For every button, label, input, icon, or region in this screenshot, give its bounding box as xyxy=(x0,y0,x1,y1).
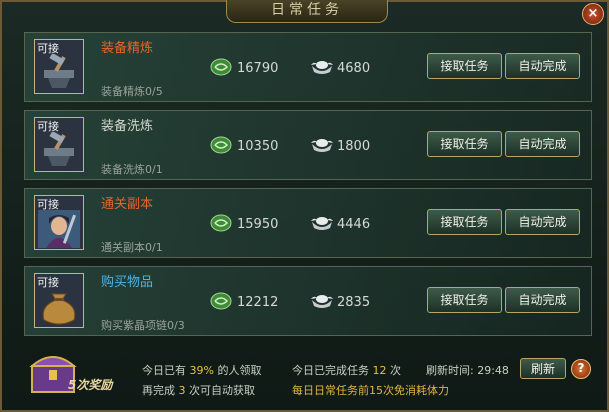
silver-ingot-icon xyxy=(311,217,333,230)
reward-chest[interactable]: 5次奖励 xyxy=(28,348,124,400)
claim-stat: 今日已有 39% 的人领取 xyxy=(142,362,261,378)
remaining-count: 3 xyxy=(178,384,186,397)
close-button[interactable]: × xyxy=(582,3,604,25)
refresh-time-label: 刷新时间: xyxy=(426,364,474,377)
chest-label: 5次奖励 xyxy=(68,378,113,392)
task-name: 购买物品 xyxy=(101,275,154,290)
task-progress: 通关副本0/1 xyxy=(101,241,163,254)
coin-reward: 16790 xyxy=(237,61,279,76)
refresh-button[interactable]: 刷新 xyxy=(520,358,566,379)
window-title: 日常任务 xyxy=(226,0,388,23)
auto-complete-button[interactable]: 自动完成 xyxy=(505,131,580,157)
accept-task-button[interactable]: 接取任务 xyxy=(427,287,502,313)
auto-complete-button[interactable]: 自动完成 xyxy=(505,287,580,313)
done-text-pre: 今日已完成任务 xyxy=(292,364,369,377)
jade-coin-icon xyxy=(210,136,232,154)
task-row: 可接 购买物品 购买紫晶项链0/3 12212 2835 接取任务 自动完成 xyxy=(24,266,592,336)
coin-reward: 10350 xyxy=(237,139,279,154)
task-row: 可接 装备精炼 装备精炼0/5 16790 4680 接取任务 自动完成 xyxy=(24,32,592,102)
silver-reward: 2835 xyxy=(337,295,371,310)
warrior-portrait-icon xyxy=(38,210,80,248)
silver-ingot-icon xyxy=(311,139,333,152)
auto-complete-button[interactable]: 自动完成 xyxy=(505,53,580,79)
task-progress: 装备精炼0/5 xyxy=(101,85,163,98)
done-count: 12 xyxy=(372,364,387,377)
task-name: 通关副本 xyxy=(101,197,154,212)
help-icon[interactable]: ? xyxy=(571,359,591,379)
task-name: 装备洗炼 xyxy=(101,119,154,134)
jade-coin-icon xyxy=(210,58,232,76)
claim-percent: 39% xyxy=(189,364,214,377)
task-icon-frame: 可接 xyxy=(34,195,84,250)
coin-reward: 15950 xyxy=(237,217,279,232)
auto-complete-button[interactable]: 自动完成 xyxy=(505,209,580,235)
accept-task-button[interactable]: 接取任务 xyxy=(427,53,502,79)
jade-coin-icon xyxy=(210,214,232,232)
silver-reward: 4680 xyxy=(337,61,371,76)
silver-ingot-icon xyxy=(311,61,333,74)
task-progress: 装备洗炼0/1 xyxy=(101,163,163,176)
claim-text-post: 的人领取 xyxy=(217,364,262,377)
task-row: 可接 装备洗炼 装备洗炼0/1 10350 1800 接取任务 自动完成 xyxy=(24,110,592,180)
task-name: 装备精炼 xyxy=(101,41,154,56)
remaining-text-pre: 再完成 xyxy=(142,384,175,397)
daily-quest-panel: 日常任务 × 可接 装备精炼 装备精炼0/5 16790 4680 接取任务 自… xyxy=(0,0,609,412)
silver-reward: 4446 xyxy=(337,217,371,232)
task-row: 可接 通关副本 通关副本0/1 15950 4446 接取任务 自动完成 xyxy=(24,188,592,258)
silver-reward: 1800 xyxy=(337,139,371,154)
task-icon-frame: 可接 xyxy=(34,39,84,94)
remaining-text-post: 次可自动获取 xyxy=(189,384,255,397)
silver-ingot-icon xyxy=(311,295,333,308)
refresh-time-value: 29:48 xyxy=(477,364,509,377)
accept-task-button[interactable]: 接取任务 xyxy=(427,131,502,157)
claim-text-pre: 今日已有 xyxy=(142,364,186,377)
anvil-icon xyxy=(44,54,74,88)
task-icon-frame: 可接 xyxy=(34,273,84,328)
remaining-stat: 再完成 3 次可自动获取 xyxy=(142,382,255,398)
coin-reward: 12212 xyxy=(237,295,279,310)
refresh-time: 刷新时间: 29:48 xyxy=(426,362,509,378)
accept-task-button[interactable]: 接取任务 xyxy=(427,209,502,235)
money-bag-icon xyxy=(42,293,76,325)
free-stamina-note: 每日日常任务前15次免消耗体力 xyxy=(292,384,449,397)
done-text-post: 次 xyxy=(390,364,401,377)
jade-coin-icon xyxy=(210,292,232,310)
quest-footer: 5次奖励 今日已有 39% 的人领取 再完成 3 次可自动获取 今日已完成任务 … xyxy=(24,350,592,406)
task-progress: 购买紫晶项链0/3 xyxy=(101,319,185,332)
done-stat: 今日已完成任务 12 次 xyxy=(292,362,401,378)
task-icon-frame: 可接 xyxy=(34,117,84,172)
anvil-icon xyxy=(44,132,74,166)
